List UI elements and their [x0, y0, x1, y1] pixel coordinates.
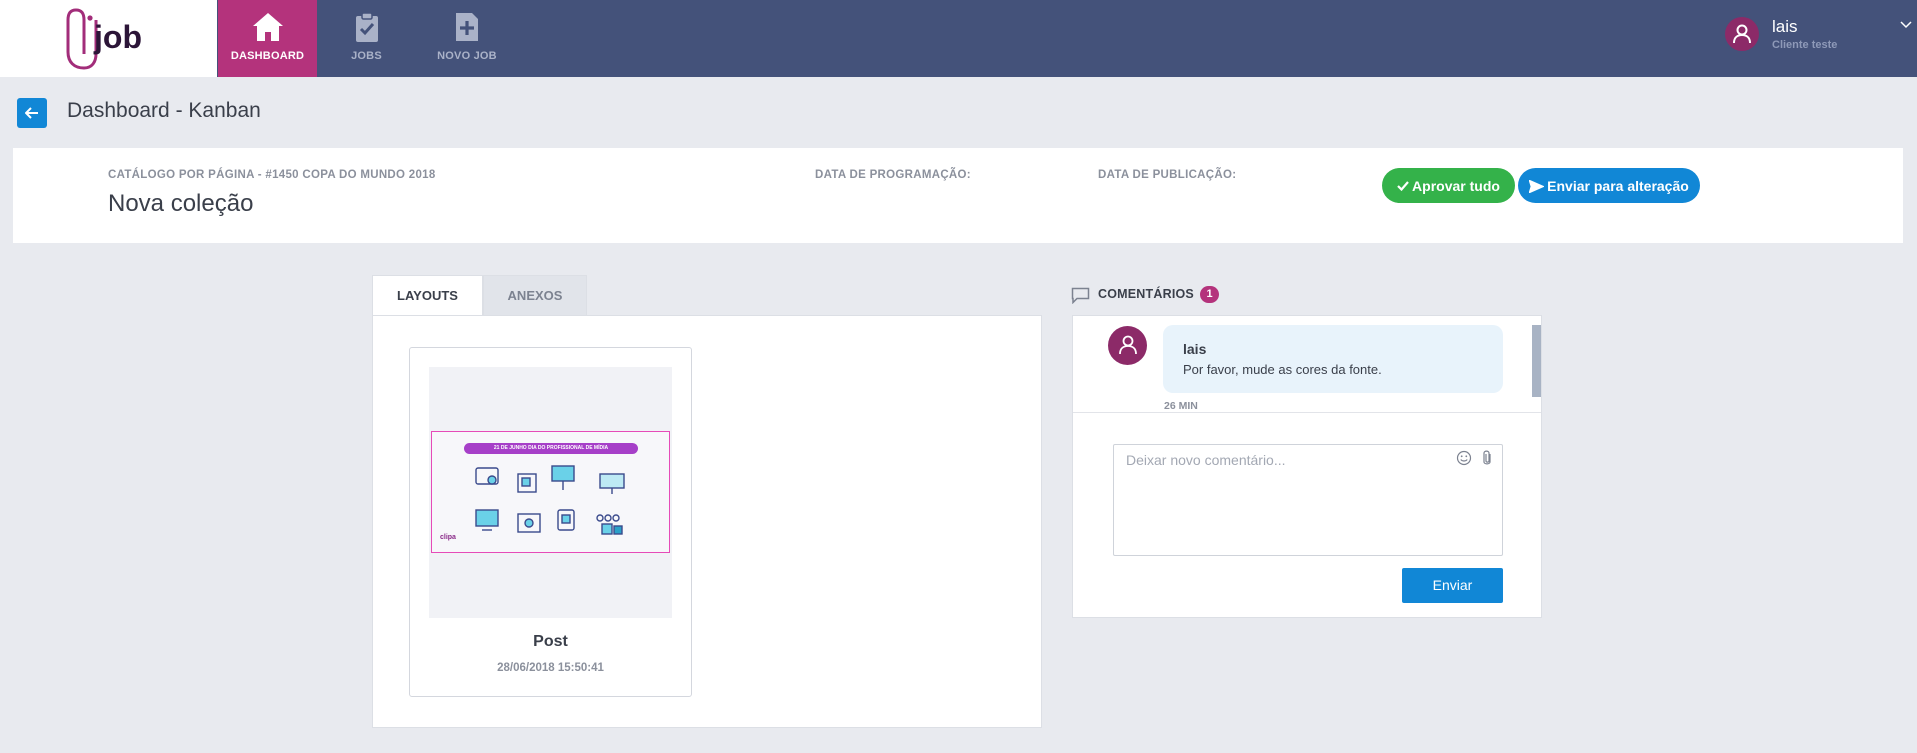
layout-card-date: 28/06/2018 15:50:41 — [497, 662, 604, 674]
page-title: Dashboard - Kanban — [67, 99, 261, 122]
user-icon — [1119, 335, 1137, 355]
user-menu[interactable]: lais Cliente teste — [1724, 15, 1914, 55]
thumb-brand: clipa — [440, 534, 456, 541]
nav-jobs[interactable]: JOBS — [317, 0, 416, 77]
layout-preview-image: 21 DE JUNHO DIA DO PROFISSIONAL DE MÍDIA — [431, 431, 670, 553]
nav-dashboard-label: DASHBOARD — [230, 50, 305, 62]
collection-title: Nova coleção — [108, 190, 254, 217]
send-for-change-label: Enviar para alteração — [1547, 177, 1689, 194]
publication-date-label: DATA DE PUBLICAÇÃO: — [1098, 169, 1237, 181]
comments-title: COMENTÁRIOS — [1098, 287, 1194, 301]
user-icon — [1733, 24, 1751, 44]
media-icons-illustration — [475, 465, 625, 535]
new-comment-input[interactable] — [1113, 444, 1503, 556]
logo[interactable]: job — [0, 0, 217, 77]
nav-novo-job[interactable]: NOVO JOB — [417, 0, 517, 77]
approve-all-label: Aprovar tudo — [1412, 177, 1500, 194]
nav-jobs-label: JOBS — [351, 50, 382, 62]
file-plus-icon — [456, 13, 478, 41]
top-nav-bar: job DASHBOARD JOBS NOVO JOB lais Cliente… — [0, 0, 1917, 77]
user-name: lais — [1772, 17, 1798, 36]
comment-bubble: lais Por favor, mude as cores da fonte. — [1163, 325, 1503, 393]
layout-card-title: Post — [533, 633, 568, 650]
comments-scrollbar[interactable] — [1532, 325, 1541, 397]
approve-all-button[interactable]: Aprovar tudo — [1382, 168, 1515, 203]
send-icon — [1528, 179, 1546, 194]
check-icon — [1397, 181, 1409, 192]
job-info-card: CATÁLOGO POR PÁGINA - #1450 COPA DO MUND… — [13, 148, 1903, 243]
send-comment-button[interactable]: Enviar — [1402, 568, 1503, 603]
arrow-left-icon — [25, 107, 38, 119]
comment-author: lais — [1183, 341, 1207, 357]
nav-novo-job-label: NOVO JOB — [437, 50, 497, 62]
emoji-icon[interactable] — [1456, 450, 1472, 466]
comments-list[interactable]: lais Por favor, mude as cores da fonte. … — [1073, 316, 1541, 413]
chevron-down-icon[interactable] — [1900, 21, 1912, 29]
logo-icon: job — [66, 8, 142, 70]
programming-date-label: DATA DE PROGRAMAÇÃO: — [815, 169, 971, 181]
paperclip-icon[interactable] — [1481, 449, 1493, 467]
nav-dashboard[interactable]: DASHBOARD — [218, 0, 317, 77]
comment-icon — [1071, 287, 1090, 304]
home-icon — [252, 13, 283, 41]
back-button[interactable] — [17, 98, 47, 128]
layout-thumbnail[interactable]: 21 DE JUNHO DIA DO PROFISSIONAL DE MÍDIA — [429, 367, 672, 618]
comments-panel: lais Por favor, mude as cores da fonte. … — [1072, 315, 1542, 618]
layouts-panel: 21 DE JUNHO DIA DO PROFISSIONAL DE MÍDIA — [372, 315, 1042, 728]
comment-text: Por favor, mude as cores da fonte. — [1183, 362, 1382, 377]
tab-layouts[interactable]: LAYOUTS — [372, 275, 483, 316]
tab-anexos[interactable]: ANEXOS — [483, 275, 587, 315]
catalog-label: CATÁLOGO POR PÁGINA - #1450 COPA DO MUND… — [108, 169, 436, 181]
send-for-change-button[interactable]: Enviar para alteração — [1518, 168, 1700, 203]
comment-time: 26 MIN — [1164, 400, 1198, 412]
clipboard-check-icon — [355, 12, 378, 42]
svg-text:job: job — [93, 19, 142, 55]
avatar — [1725, 17, 1759, 51]
user-role: Cliente teste — [1772, 39, 1838, 51]
comment-avatar — [1108, 326, 1147, 365]
comments-count-badge: 1 — [1200, 286, 1219, 303]
layout-card[interactable]: 21 DE JUNHO DIA DO PROFISSIONAL DE MÍDIA — [409, 347, 692, 697]
